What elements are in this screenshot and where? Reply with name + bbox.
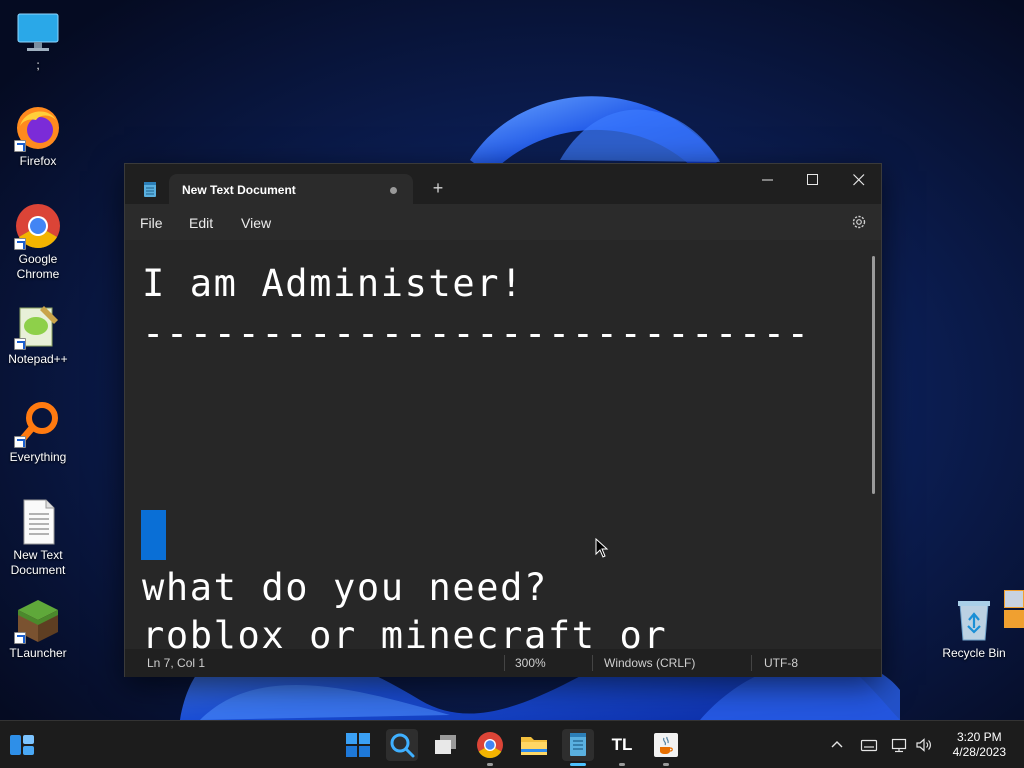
text-line: ---------------------------- (142, 312, 811, 355)
widgets-icon[interactable] (6, 729, 38, 761)
search-icon (386, 729, 418, 761)
desktop-icon-label: New Text Document (10, 548, 66, 577)
file-explorer-icon[interactable] (518, 729, 550, 761)
taskbar-notepad[interactable] (562, 729, 594, 766)
menu-edit[interactable]: Edit (189, 215, 213, 231)
chevron-up-icon[interactable] (828, 736, 846, 754)
desktop-icon-label: Google Chrome (16, 252, 60, 281)
tlauncher-icon: TL (611, 735, 633, 754)
close-button[interactable] (836, 164, 882, 196)
desktop-icon-label: Everything (9, 450, 67, 464)
cursor-position: Ln 7, Col 1 (147, 656, 206, 670)
encoding: UTF-8 (764, 656, 798, 670)
clock-date: 4/28/2023 (952, 745, 1006, 759)
status-divider (504, 655, 505, 671)
volume-icon[interactable] (915, 736, 933, 754)
desktop-icon-recycle-bin[interactable]: Recycle Bin (936, 596, 1012, 661)
active-indicator (570, 763, 586, 766)
shortcut-arrow-icon (14, 238, 26, 250)
maximize-icon (807, 174, 818, 185)
desktop-icon-label: Notepad++ (8, 352, 68, 366)
tab-title: New Text Document (182, 183, 296, 197)
side-gadget[interactable] (1004, 590, 1024, 628)
text-editor[interactable]: I am Administer! -----------------------… (125, 240, 881, 649)
network-icon[interactable] (891, 736, 909, 754)
running-indicator (619, 763, 625, 766)
menu-view[interactable]: View (241, 215, 271, 231)
search-button[interactable] (386, 729, 418, 761)
minimize-icon (762, 179, 773, 181)
desktop-icon-new-text-document[interactable]: New Text Document (0, 498, 76, 578)
desktop-icon-notepadpp[interactable]: Notepad++ (0, 302, 76, 367)
mouse-pointer-icon (595, 538, 609, 558)
taskbar-tlauncher[interactable]: TL (606, 729, 638, 766)
status-bar: Ln 7, Col 1 300% Windows (CRLF) UTF-8 (125, 649, 881, 677)
menu-file[interactable]: File (140, 215, 163, 231)
notepad-icon (562, 729, 594, 761)
desktop-icon-everything[interactable]: Everything (0, 400, 76, 465)
gear-icon (1004, 590, 1024, 608)
status-divider (592, 655, 593, 671)
status-divider (751, 655, 752, 671)
desktop-icon-label: TLauncher (9, 646, 67, 660)
menu-bar: File Edit View (125, 204, 881, 240)
close-icon (853, 174, 865, 186)
chrome-icon (477, 732, 503, 759)
chrome-icon (14, 202, 62, 250)
shortcut-arrow-icon (14, 436, 26, 448)
minimize-button[interactable] (745, 164, 791, 196)
line-ending: Windows (CRLF) (604, 656, 696, 670)
clock-time: 3:20 PM (956, 730, 1002, 744)
desktop-icon-monitor[interactable]: ; (0, 8, 76, 73)
shortcut-arrow-icon (14, 632, 26, 644)
text-line: roblox or minecraft or (142, 614, 668, 649)
task-view-icon[interactable] (430, 729, 462, 761)
text-file-icon (14, 498, 62, 546)
running-indicator (487, 763, 493, 766)
desktop-icon-label: ; (36, 58, 40, 72)
start-icon[interactable] (342, 729, 374, 761)
vertical-scrollbar[interactable] (872, 256, 875, 494)
recycle-bin-icon (950, 596, 998, 644)
running-indicator (663, 763, 669, 766)
clock[interactable]: 3:20 PM 4/28/2023 (953, 730, 1006, 760)
desktop-icon-firefox[interactable]: Firefox (0, 104, 76, 169)
everything-icon (14, 400, 62, 448)
keyboard-icon[interactable] (860, 736, 878, 754)
text-selection-caret (141, 510, 166, 560)
java-icon (654, 733, 678, 757)
shortcut-arrow-icon (14, 140, 26, 152)
desktop-icon-tlauncher[interactable]: TLauncher (0, 596, 76, 661)
shortcut-arrow-icon (14, 338, 26, 350)
unsaved-dot-icon[interactable] (390, 187, 397, 194)
text-line: what do you need? (142, 566, 548, 609)
notepadpp-icon (14, 302, 62, 350)
settings-gear-icon[interactable] (851, 214, 867, 230)
maximize-button[interactable] (790, 164, 836, 196)
monitor-icon (14, 8, 62, 56)
firefox-icon (14, 104, 62, 152)
taskbar-java[interactable] (650, 729, 682, 766)
desktop-icon-label: Firefox (19, 154, 57, 168)
new-tab-button[interactable]: + (429, 179, 447, 197)
text-line: I am Administer! (142, 262, 525, 305)
tab-new-text-document[interactable]: New Text Document (169, 174, 413, 205)
desktop-icon-label: Recycle Bin (942, 646, 1006, 660)
notepad-window: New Text Document + File Edit View I am … (124, 163, 882, 677)
taskbar-chrome[interactable] (474, 729, 506, 766)
taskbar: TL 3:20 PM 4/28/2023 (0, 720, 1024, 768)
title-bar[interactable]: New Text Document + (125, 164, 882, 205)
notepad-app-icon (144, 182, 156, 197)
desktop-icon-chrome[interactable]: Google Chrome (0, 202, 76, 282)
zoom-level: 300% (515, 656, 546, 670)
grass-block-icon (14, 596, 62, 644)
monitor-small-icon (1004, 610, 1024, 628)
